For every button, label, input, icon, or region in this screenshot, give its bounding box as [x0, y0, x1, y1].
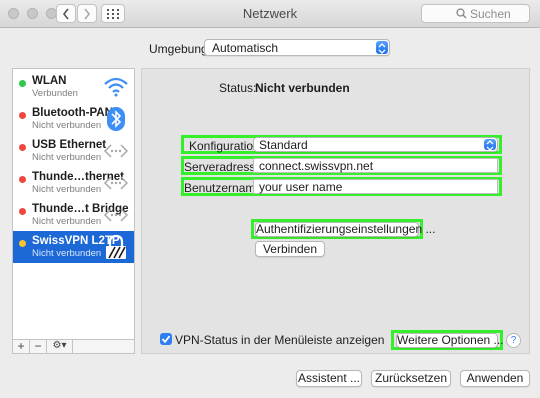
- service-name: USB Ethernet: [32, 139, 107, 151]
- add-service-button[interactable]: +: [13, 340, 30, 353]
- help-button[interactable]: ?: [506, 333, 521, 348]
- service-name: WLAN: [32, 75, 67, 87]
- service-status: Nicht verbunden: [32, 216, 102, 227]
- authentication-settings-button[interactable]: Authentifizierungseinstellungen ...: [255, 222, 435, 237]
- status-dot: [19, 176, 26, 183]
- title-bar: Netzwerk Suchen: [0, 0, 540, 28]
- vpn-lock-icon: [106, 234, 126, 259]
- service-list-controls: + − ⚙▾: [12, 340, 135, 354]
- status-dot: [19, 144, 26, 151]
- checkmark-icon: [161, 335, 171, 344]
- service-status: Nicht verbunden: [32, 184, 102, 195]
- ethernet-arrows-icon: [103, 144, 129, 158]
- search-field[interactable]: Suchen: [421, 4, 530, 23]
- service-item-thunderbolt-bridge[interactable]: Thunde…t Bridge Nicht verbunden: [13, 199, 134, 231]
- service-status: Nicht verbunden: [32, 248, 102, 259]
- ethernet-arrows-icon: [103, 176, 129, 190]
- service-name: Bluetooth-PAN: [32, 107, 113, 119]
- service-item-usb-ethernet[interactable]: USB Ethernet Nicht verbunden: [13, 135, 134, 167]
- service-item-bluetooth-pan[interactable]: Bluetooth-PAN Nicht verbunden: [13, 103, 134, 135]
- status-label: Status:: [219, 81, 257, 95]
- location-value: Automatisch: [212, 41, 279, 55]
- connect-button[interactable]: Verbinden: [255, 241, 325, 257]
- username-field[interactable]: your user name: [253, 179, 498, 194]
- service-status: Nicht verbunden: [32, 120, 102, 131]
- status-dot: [19, 240, 26, 247]
- configuration-popup[interactable]: Standard: [253, 137, 498, 152]
- detail-panel: [141, 68, 530, 354]
- service-item-thunderbolt-ethernet[interactable]: Thunde…thernet Nicht verbunden: [13, 167, 134, 199]
- status-dot: [19, 80, 26, 87]
- server-address-field[interactable]: connect.swissvpn.net: [253, 158, 498, 173]
- status-dot: [19, 208, 26, 215]
- config-value: Standard: [259, 138, 308, 152]
- service-status: Verbunden: [32, 88, 78, 99]
- search-icon: [456, 8, 467, 19]
- service-actions-menu[interactable]: ⚙▾: [47, 340, 73, 353]
- service-item-swissvpn-l2tp[interactable]: SwissVPN L2TP Nicht verbunden: [13, 231, 134, 263]
- location-label: Umgebung:: [149, 42, 212, 56]
- service-status: Nicht verbunden: [32, 152, 102, 163]
- location-popup[interactable]: Automatisch: [204, 39, 390, 56]
- config-label: Konfiguration:: [189, 139, 264, 153]
- apply-button[interactable]: Anwenden: [460, 370, 530, 387]
- popup-arrows-icon: [376, 41, 388, 54]
- remove-service-button[interactable]: −: [30, 340, 47, 353]
- search-placeholder: Suchen: [470, 7, 511, 21]
- advanced-options-button[interactable]: Weitere Optionen ...: [396, 333, 504, 348]
- status-value: Nicht verbunden: [255, 81, 350, 95]
- ethernet-arrows-icon: [103, 208, 129, 222]
- server-address-value: connect.swissvpn.net: [259, 159, 374, 173]
- wifi-icon: [104, 77, 128, 97]
- menubar-status-label: VPN-Status in der Menüleiste anzeigen: [175, 333, 385, 347]
- username-value: your user name: [259, 180, 343, 194]
- revert-button[interactable]: Zurücksetzen: [371, 370, 451, 387]
- assistant-button[interactable]: Assistent ...: [296, 370, 362, 387]
- status-dot: [19, 112, 26, 119]
- service-item-wlan[interactable]: WLAN Verbunden: [13, 71, 134, 103]
- service-list: WLAN Verbunden Bluetooth-PAN Nicht verbu…: [12, 68, 135, 340]
- popup-arrows-icon: [484, 139, 496, 151]
- bluetooth-icon: [107, 107, 125, 131]
- menubar-status-checkbox[interactable]: [160, 333, 172, 345]
